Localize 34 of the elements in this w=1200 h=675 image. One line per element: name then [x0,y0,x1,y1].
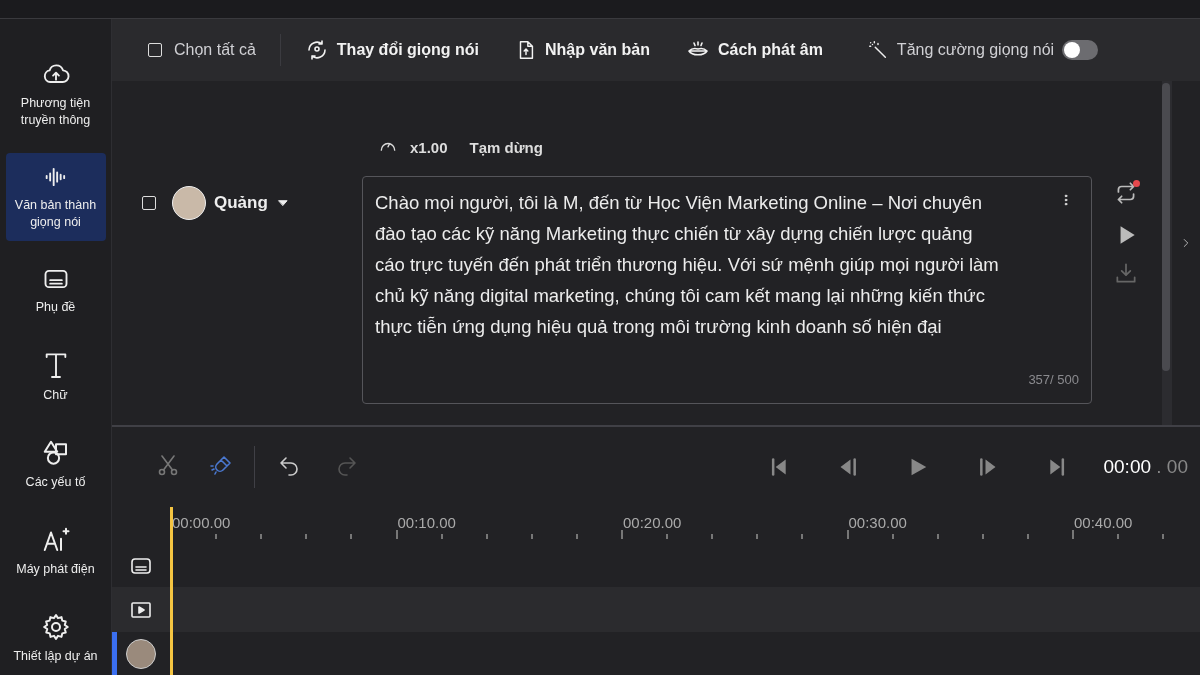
script-text: Chào mọi người, tôi là M, đến từ Học Viện Marketing Online – Nơi chuyên đào tạo các kỹ năng Marketing thực chiến từ xây dựng chiến lược quảng cáo trực tuyến đến phát triển thương hiệu. Với sứ mệnh giúp mọi người làm chủ kỹ năng digital marketing, chúng tôi cam kết mang lại những kiến thức thực tiễn ứng dụng hiệu quả trong môi trường kinh doanh số hiện đại [375,192,999,338]
select-all-label: Chọn tất cả [174,41,256,60]
pause-label[interactable]: Tạm dừng [469,139,543,157]
ruler-label: 00:20.00 [623,514,682,531]
sidebar-item[interactable]: Phương tiện truyền thông [5,51,106,139]
toolbar-button[interactable]: Thay đổi giọng nói [304,38,480,63]
sidebar-item[interactable]: Chữ [5,339,106,415]
avatar-placeholder [126,638,156,669]
script-text-area[interactable] [362,176,1092,405]
ruler-label: 00:30.00 [848,514,907,531]
voice-selector[interactable]: Quảng [172,186,290,221]
playback-time: 00:00 . 00 [1103,456,1188,478]
sidebar-item[interactable]: Máy phát điện [5,515,106,588]
select-all-checkbox[interactable] [148,43,162,58]
sidebar-item[interactable]: Thiết lập dự án [5,602,106,675]
ruler-label: 00:00.00 [172,514,231,531]
enhance-voice-toggle[interactable] [1062,40,1099,61]
time-ruler[interactable]: 00:00.00 00:10.00 00:20.00 00:30.00 00:40.00 [170,507,1200,544]
toolbar-button[interactable]: Nhập văn bản [515,38,650,63]
enhance-voice-label: Tăng cường giọng nói [896,41,1055,60]
speed-value[interactable]: x1.00 [410,139,448,157]
sidebar-item[interactable]: Phụ đề [5,254,106,326]
sidebar-item[interactable]: Các yếu tố [5,428,106,502]
notification-dot [1133,180,1140,188]
magnet-icon [210,453,234,477]
scissors-icon [156,453,180,477]
character-counter: 357/ 500 [1028,371,1079,390]
toolbar-button[interactable]: Cách phát âm [685,38,823,63]
voice-checkbox[interactable] [142,196,156,211]
avatar-placeholder [172,186,206,221]
scrollbar-thumb[interactable] [1162,83,1170,372]
ruler-label: 00:10.00 [397,514,456,531]
sidebar-item[interactable]: Văn bản thành giọng nói [5,152,106,241]
ruler-label: 00:40.00 [1074,514,1133,531]
